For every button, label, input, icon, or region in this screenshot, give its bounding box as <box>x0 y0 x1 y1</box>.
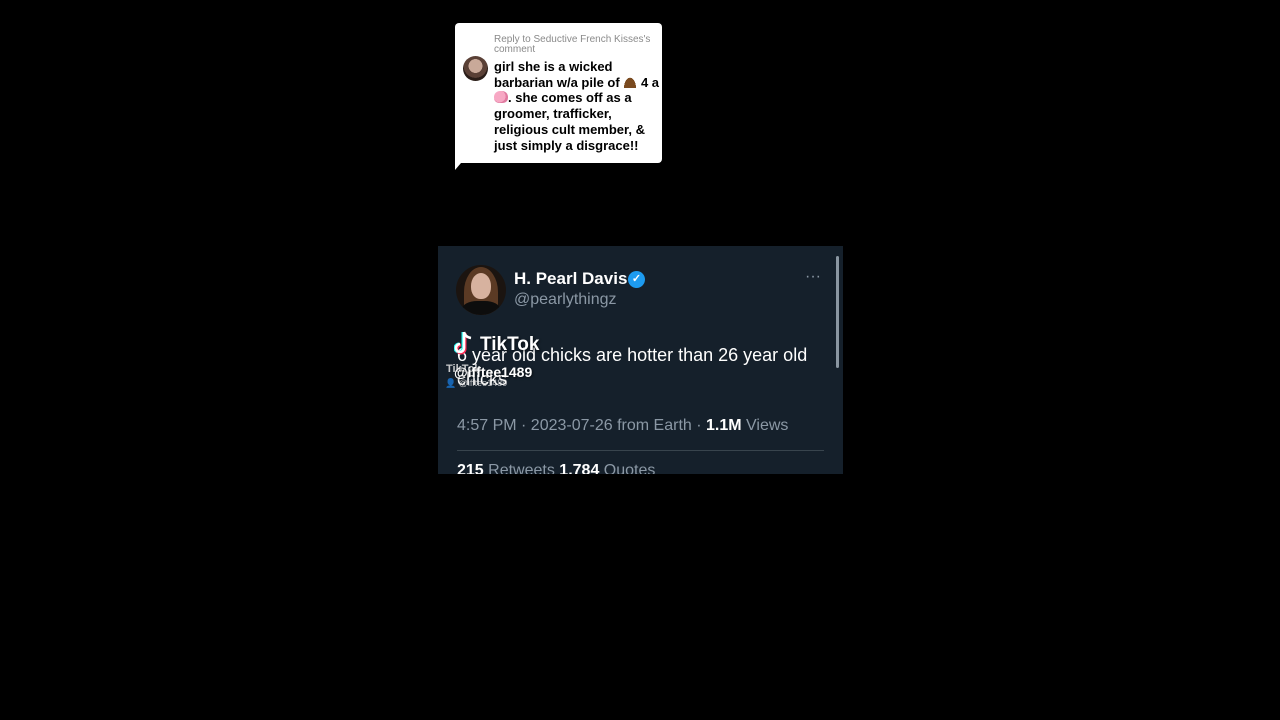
avatar-body <box>462 301 500 315</box>
tweet-timestamp[interactable]: 4:57 PM · 2023-07-26 from Earth · <box>457 417 706 434</box>
views-count: 1.1M <box>706 417 742 434</box>
reply-comment-bubble: Reply to Seductive French Kisses's comme… <box>455 23 662 163</box>
quotes-label[interactable]: Quotes <box>599 462 656 474</box>
reply-line-1: girl she is a wicked barbarian w/a pile … <box>494 59 620 90</box>
more-options-icon[interactable]: ··· <box>805 269 821 285</box>
tweet-stats: 215 Retweets 1,784 Quotes <box>457 462 655 474</box>
commenter-avatar <box>463 56 488 81</box>
reply-header: Reply to Seductive French Kisses's comme… <box>494 34 651 55</box>
scrollbar[interactable] <box>836 256 839 368</box>
tweet-card: H. Pearl Davis ✓ @pearlythingz ··· 6 yea… <box>438 246 843 474</box>
tweet-metadata: 4:57 PM · 2023-07-26 from Earth · 1.1M V… <box>457 417 788 435</box>
views-label: Views <box>741 417 789 434</box>
reply-line-2-post: . she comes off as a groomer, trafficker… <box>494 90 645 153</box>
author-avatar[interactable] <box>456 265 506 315</box>
reply-bubble-tail <box>455 156 467 170</box>
retweets-label[interactable]: Retweets <box>484 462 560 474</box>
quotes-count[interactable]: 1,784 <box>559 462 599 474</box>
tiktok-small-username: 👤 @ifftee1489 <box>445 378 508 388</box>
video-frame: Reply to Seductive French Kisses's comme… <box>0 0 1280 720</box>
retweets-count[interactable]: 215 <box>457 462 484 474</box>
poop-emoji-icon <box>623 75 638 88</box>
divider <box>457 450 824 451</box>
verified-badge-icon: ✓ <box>628 271 645 288</box>
tiktok-logo-icon <box>454 331 472 355</box>
author-name[interactable]: H. Pearl Davis <box>514 269 627 289</box>
tiktok-wordmark: TikTok <box>480 334 540 355</box>
reply-line-2-pre: 4 a <box>640 74 660 90</box>
avatar-face <box>471 273 491 299</box>
author-handle[interactable]: @pearlythingz <box>514 291 617 309</box>
reply-comment-text: girl she is a wicked barbarian w/a pile … <box>494 59 660 153</box>
brain-emoji-icon <box>494 91 508 104</box>
